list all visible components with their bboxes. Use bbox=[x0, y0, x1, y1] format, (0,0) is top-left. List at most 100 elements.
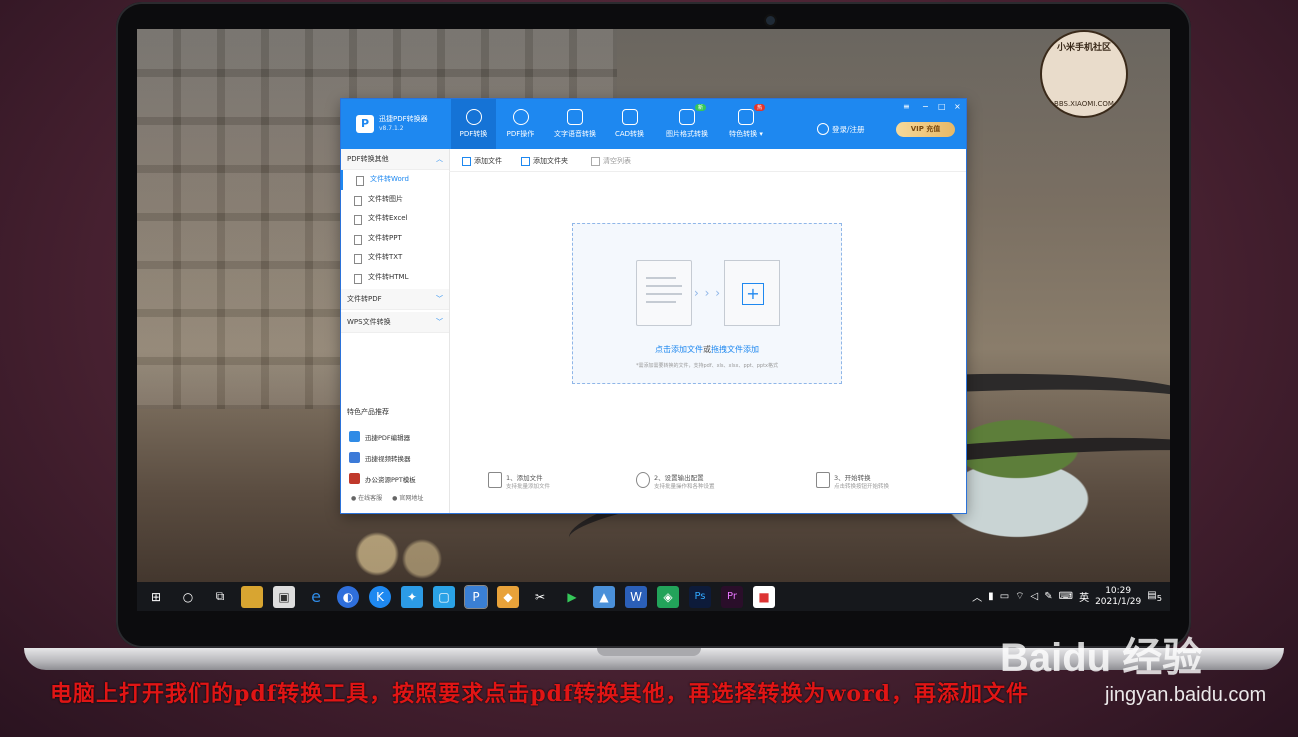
file-icon bbox=[354, 234, 362, 245]
notification-icon[interactable]: ▤5 bbox=[1147, 590, 1162, 603]
keyboard-icon[interactable]: ⌨ bbox=[1059, 591, 1073, 602]
usb-icon[interactable]: ▮ bbox=[988, 591, 994, 602]
sidebar-footer: ● 在线客服 ● 官网地址 bbox=[351, 493, 423, 502]
tab-image-format[interactable]: 图片格式转换 新 bbox=[659, 99, 715, 149]
store-icon[interactable]: ▣ bbox=[273, 585, 295, 608]
file-icon bbox=[356, 176, 364, 186]
sidebar-item-to-excel[interactable]: 文件转Excel bbox=[341, 209, 449, 229]
k-app-icon[interactable]: K bbox=[369, 585, 391, 608]
ime-indicator[interactable]: 英 bbox=[1079, 589, 1089, 604]
sidebar-item-to-html[interactable]: 文件转HTML bbox=[341, 268, 449, 288]
volume-icon[interactable]: ◁ bbox=[1031, 591, 1039, 602]
convert-icon bbox=[465, 109, 482, 125]
trash-icon bbox=[591, 156, 600, 166]
browser-icon[interactable]: ◐ bbox=[337, 585, 359, 608]
feishu-icon[interactable]: ✦ bbox=[401, 585, 423, 608]
search-icon[interactable]: ○ bbox=[177, 586, 199, 608]
sidebar-group-file-to-pdf[interactable]: 文件转PDF ﹀ bbox=[341, 289, 449, 310]
clock[interactable]: 10:29 2021/1/29 bbox=[1095, 586, 1141, 608]
task-view-icon[interactable]: ⧉ bbox=[209, 586, 231, 608]
login-button[interactable]: 登录/注册 bbox=[817, 123, 865, 135]
file-explorer-icon[interactable] bbox=[241, 585, 263, 608]
pdf-converter-taskbar-icon[interactable]: P bbox=[464, 584, 488, 609]
laptop-notch bbox=[597, 648, 701, 656]
wifi-icon[interactable]: ⌔ bbox=[1015, 590, 1024, 603]
clear-list-button[interactable]: 清空列表 bbox=[591, 156, 631, 166]
photos-icon[interactable]: ▲ bbox=[593, 585, 615, 608]
drag-add-link[interactable]: 拖拽文件添加 bbox=[711, 345, 759, 354]
menu-icon[interactable]: ≡ bbox=[903, 102, 910, 111]
sidebar-item-to-ppt[interactable]: 文件转PPT bbox=[341, 229, 449, 249]
word-icon[interactable]: W bbox=[625, 585, 647, 608]
desktop-screen: P 迅捷PDF转换器 v8.7.1.2 PDF转换 PDF操作 文字语音转换 C… bbox=[137, 29, 1170, 611]
sidebar-item-to-txt[interactable]: 文件转TXT bbox=[341, 248, 449, 268]
add-file-icon bbox=[462, 156, 471, 166]
video-caption: 电脑上打开我们的pdf转换工具，按照要求点击pdf转换其他，再选择转换为word… bbox=[50, 681, 1030, 707]
premiere-icon[interactable]: Pr bbox=[721, 585, 743, 608]
tab-pdf-convert[interactable]: PDF转换 bbox=[451, 99, 496, 149]
add-folder-icon bbox=[521, 156, 530, 166]
online-support-link[interactable]: ● 在线客服 bbox=[351, 493, 382, 502]
ppt-template-icon bbox=[349, 473, 360, 484]
vip-recharge-button[interactable]: VIP 充值 bbox=[896, 122, 955, 137]
sidebar-group-wps[interactable]: WPS文件转换 ﹀ bbox=[341, 312, 449, 333]
file-icon bbox=[354, 215, 362, 225]
tool-icon[interactable]: ✂ bbox=[529, 586, 551, 608]
file-icon bbox=[354, 195, 362, 206]
drop-instruction: 点击添加文件或拖拽文件添加 bbox=[655, 345, 759, 354]
chevron-down-icon: ﹀ bbox=[436, 318, 443, 326]
play-store-icon[interactable]: ▶ bbox=[561, 586, 583, 608]
file-icon bbox=[354, 273, 362, 284]
drop-hint: *需添加需要转换的文件，支持pdf、xls、xlsx、ppt、pptx格式 bbox=[635, 363, 779, 369]
edge-icon[interactable]: e bbox=[305, 586, 327, 608]
tab-pdf-operate[interactable]: PDF操作 bbox=[498, 99, 543, 149]
tab-special-convert[interactable]: 特色转换 ▾ 热 bbox=[721, 99, 771, 149]
sidebar-item-to-image[interactable]: 文件转图片 bbox=[341, 190, 449, 210]
chevron-up-icon: ︿ bbox=[436, 155, 443, 163]
system-tray: ︿ ▮ ▭ ⌔ ◁ ✎ ⌨ 英 10:29 2021/1/29 ▤5 bbox=[972, 582, 1162, 611]
maximize-icon[interactable]: □ bbox=[938, 102, 946, 111]
minimize-icon[interactable]: − bbox=[922, 102, 929, 111]
calendar-app-icon[interactable]: ▢ bbox=[433, 585, 455, 608]
rec-pdf-editor[interactable]: 迅捷PDF编辑器 bbox=[349, 431, 410, 442]
settings-icon bbox=[636, 472, 650, 488]
webcam bbox=[766, 16, 775, 25]
app-icon[interactable]: ◆ bbox=[497, 585, 519, 608]
rec-video-converter[interactable]: 迅捷视频转换器 bbox=[349, 452, 411, 463]
red-app-icon[interactable]: ■ bbox=[753, 585, 775, 608]
sidebar-item-to-word[interactable]: 文件转Word bbox=[341, 170, 449, 190]
sidebar: PDF转换其他 ︿ 文件转Word 文件转图片 文件转Excel 文件转PPT bbox=[341, 149, 450, 513]
star-icon bbox=[738, 109, 754, 125]
user-icon bbox=[817, 123, 829, 135]
photoshop-icon[interactable]: Ps bbox=[689, 585, 711, 608]
recommend-title: 特色产品推荐 bbox=[347, 408, 389, 416]
click-add-link[interactable]: 点击添加文件 bbox=[655, 345, 703, 354]
app-header: P 迅捷PDF转换器 v8.7.1.2 PDF转换 PDF操作 文字语音转换 C… bbox=[341, 99, 966, 149]
jingyan-url: jingyan.baidu.com bbox=[1105, 684, 1267, 706]
waveform-icon bbox=[567, 109, 583, 125]
app-name: 迅捷PDF转换器 bbox=[379, 115, 428, 123]
add-folder-button[interactable]: 添加文件夹 bbox=[521, 156, 568, 166]
close-icon[interactable]: × bbox=[954, 102, 961, 111]
add-file-button[interactable]: 添加文件 bbox=[462, 156, 502, 166]
pdf-editor-icon bbox=[349, 431, 360, 442]
sidebar-group-pdf-to-other[interactable]: PDF转换其他 ︿ bbox=[341, 149, 449, 170]
official-site-link[interactable]: ● 官网地址 bbox=[392, 493, 423, 502]
rec-ppt-template[interactable]: 办公资源PPT模板 bbox=[349, 473, 416, 484]
file-toolbar: 添加文件 添加文件夹 清空列表 bbox=[449, 149, 966, 172]
convert-icon bbox=[816, 472, 830, 488]
document-icon bbox=[636, 260, 692, 326]
cad-icon bbox=[621, 109, 638, 125]
add-file-icon bbox=[488, 472, 502, 488]
tab-cad-convert[interactable]: CAD转换 bbox=[607, 99, 652, 149]
tab-text-voice[interactable]: 文字语音转换 bbox=[547, 99, 603, 149]
chevron-down-icon: ﹀ bbox=[436, 295, 443, 303]
battery-icon[interactable]: ▭ bbox=[1000, 591, 1009, 602]
app-logo-icon: P bbox=[356, 115, 374, 133]
windows-start-icon[interactable]: ⊞ bbox=[145, 586, 167, 608]
add-box-icon: + bbox=[724, 260, 780, 326]
green-app-icon[interactable]: ◈ bbox=[657, 585, 679, 608]
chevron-up-icon[interactable]: ︿ bbox=[972, 589, 982, 604]
pen-icon[interactable]: ✎ bbox=[1044, 591, 1052, 602]
file-drop-zone[interactable]: › › › + 点击添加文件或拖拽文件添加 *需添加需要转换的文件，支持pdf、… bbox=[572, 223, 842, 384]
